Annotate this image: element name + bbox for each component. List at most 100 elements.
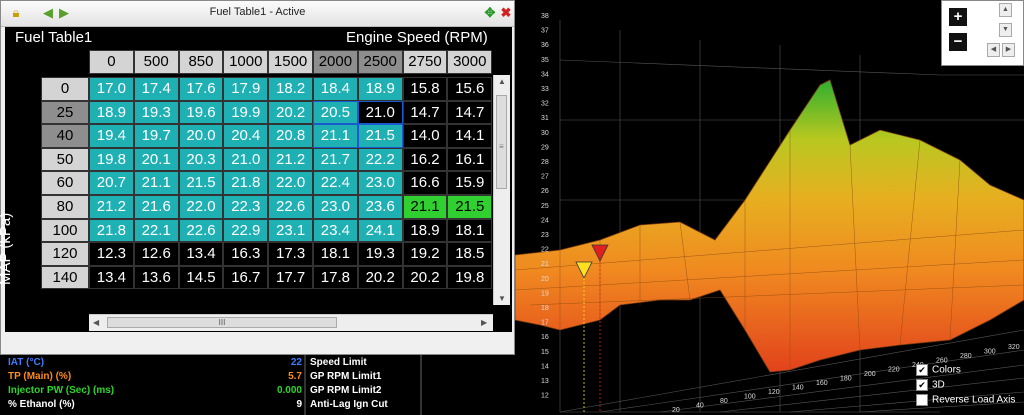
table-cell[interactable]: 22.6 — [178, 218, 224, 243]
table-cell[interactable]: 21.5 — [357, 124, 403, 148]
horizontal-scroll-thumb[interactable]: III — [107, 317, 337, 328]
table-cell[interactable]: 19.2 — [402, 242, 448, 266]
table-cell[interactable]: 21.5 — [447, 195, 493, 219]
table-cell[interactable]: 16.7 — [223, 265, 269, 290]
table-cell[interactable]: 19.8 — [89, 147, 134, 172]
table-cell[interactable]: 20.5 — [313, 100, 358, 125]
table-cell[interactable]: 22.0 — [178, 195, 224, 219]
checkbox-2[interactable]: Reverse Load Axis — [916, 394, 1015, 407]
move-icon[interactable]: ✥ — [483, 6, 497, 20]
table-cell[interactable]: 17.9 — [223, 77, 269, 101]
table-cell[interactable]: 18.9 — [402, 218, 448, 243]
table-cell[interactable]: 14.7 — [447, 100, 493, 125]
table-cell[interactable]: 21.0 — [357, 100, 403, 125]
table-cell[interactable]: 18.9 — [357, 77, 403, 101]
table-cell[interactable]: 13.6 — [133, 265, 179, 290]
table-cell[interactable]: 20.7 — [89, 171, 134, 195]
scroll-up-icon[interactable]: ▲ — [498, 77, 506, 86]
row-header-map[interactable]: 100 — [41, 218, 89, 243]
row-header-map[interactable]: 50 — [41, 147, 89, 172]
table-cell[interactable]: 22.1 — [133, 218, 179, 243]
column-header-rpm[interactable]: 2750 — [402, 50, 448, 74]
table-cell[interactable]: 19.9 — [223, 100, 269, 125]
table-cell[interactable]: 14.5 — [178, 265, 224, 290]
table-cell[interactable]: 17.8 — [313, 265, 358, 290]
rotate-up-button[interactable]: ▲ — [999, 3, 1012, 17]
table-cell[interactable]: 21.6 — [133, 195, 179, 219]
table-cell[interactable]: 19.8 — [447, 265, 493, 290]
table-cell[interactable]: 22.3 — [223, 195, 269, 219]
table-cell[interactable]: 23.4 — [313, 218, 358, 243]
row-header-map[interactable]: 80 — [41, 195, 89, 219]
table-cell[interactable]: 19.4 — [89, 124, 134, 148]
table-cell[interactable]: 12.6 — [133, 242, 179, 266]
table-cell[interactable]: 18.9 — [89, 100, 134, 125]
table-cell[interactable]: 13.4 — [89, 265, 134, 290]
table-cell[interactable]: 16.6 — [402, 171, 448, 195]
column-header-rpm[interactable]: 2500 — [357, 50, 403, 74]
table-cell[interactable]: 14.1 — [447, 124, 493, 148]
checkbox-box[interactable]: ✔ — [916, 379, 928, 391]
checkbox-1[interactable]: ✔ 3D — [916, 379, 945, 392]
zoom-in-button[interactable]: + — [949, 8, 967, 26]
table-cell[interactable]: 20.0 — [178, 124, 224, 148]
table-cell[interactable]: 18.4 — [313, 77, 358, 101]
row-header-map[interactable]: 0 — [41, 77, 89, 101]
table-cell[interactable]: 17.0 — [89, 77, 134, 101]
rotate-down-button[interactable]: ▼ — [999, 23, 1012, 37]
table-cell[interactable]: 16.3 — [223, 242, 269, 266]
table-cell[interactable]: 15.6 — [447, 77, 493, 101]
column-header-rpm[interactable]: 500 — [133, 50, 179, 74]
checkbox-box[interactable]: ✔ — [916, 364, 928, 376]
table-cell[interactable]: 19.6 — [178, 100, 224, 125]
table-cell[interactable]: 20.2 — [268, 100, 313, 125]
checkbox-box[interactable] — [916, 394, 928, 406]
column-header-rpm[interactable]: 850 — [178, 50, 224, 74]
table-cell[interactable]: 19.7 — [133, 124, 179, 148]
table-cell[interactable]: 21.1 — [402, 195, 448, 219]
table-cell[interactable]: 21.8 — [223, 171, 269, 195]
table-cell[interactable]: 20.1 — [133, 147, 179, 172]
table-cell[interactable]: 13.4 — [178, 242, 224, 266]
table-cell[interactable]: 19.3 — [357, 242, 403, 266]
table-cell[interactable]: 18.2 — [268, 77, 313, 101]
column-header-rpm[interactable]: 1000 — [223, 50, 269, 74]
table-cell[interactable]: 21.1 — [133, 171, 179, 195]
scroll-right-icon[interactable]: ▶ — [481, 318, 487, 327]
row-header-map[interactable]: 140 — [41, 265, 89, 290]
column-header-rpm[interactable]: 3000 — [447, 50, 493, 74]
scroll-left-icon[interactable]: ◀ — [93, 318, 99, 327]
zoom-out-button[interactable]: − — [949, 33, 967, 51]
table-cell[interactable]: 14.7 — [402, 100, 448, 125]
table-cell[interactable]: 22.9 — [223, 218, 269, 243]
table-cell[interactable]: 21.1 — [313, 124, 358, 148]
row-header-map[interactable]: 60 — [41, 171, 89, 195]
table-cell[interactable]: 21.8 — [89, 218, 134, 243]
table-cell[interactable]: 15.8 — [402, 77, 448, 101]
title-bar[interactable]: 🔒︎ ◀ ▶ Fuel Table1 - Active ✥ ✖ — [1, 1, 514, 27]
column-header-rpm[interactable]: 0 — [89, 50, 134, 74]
table-cell[interactable]: 23.0 — [313, 195, 358, 219]
row-header-map[interactable]: 40 — [41, 124, 89, 148]
table-cell[interactable]: 22.6 — [268, 195, 313, 219]
table-cell[interactable]: 12.3 — [89, 242, 134, 266]
table-cell[interactable]: 19.3 — [133, 100, 179, 125]
table-cell[interactable]: 17.4 — [133, 77, 179, 101]
rotate-right-button[interactable]: ▶ — [1002, 43, 1015, 57]
rotate-left-button[interactable]: ◀ — [987, 43, 1000, 57]
table-cell[interactable]: 21.2 — [268, 147, 313, 172]
table-cell[interactable]: 17.6 — [178, 77, 224, 101]
row-header-map[interactable]: 25 — [41, 100, 89, 125]
table-cell[interactable]: 18.5 — [447, 242, 493, 266]
close-icon[interactable]: ✖ — [499, 6, 513, 20]
row-header-map[interactable]: 120 — [41, 242, 89, 266]
table-cell[interactable]: 22.0 — [268, 171, 313, 195]
horizontal-scrollbar[interactable]: ◀ III ▶ — [89, 314, 493, 331]
vertical-scrollbar[interactable]: ▲ ≡ ▼ — [493, 75, 510, 305]
table-cell[interactable]: 17.7 — [268, 265, 313, 290]
table-cell[interactable]: 20.3 — [178, 147, 224, 172]
checkbox-0[interactable]: ✔ Colors — [916, 364, 961, 377]
table-cell[interactable]: 24.1 — [357, 218, 403, 243]
table-cell[interactable]: 22.4 — [313, 171, 358, 195]
table-cell[interactable]: 23.1 — [268, 218, 313, 243]
